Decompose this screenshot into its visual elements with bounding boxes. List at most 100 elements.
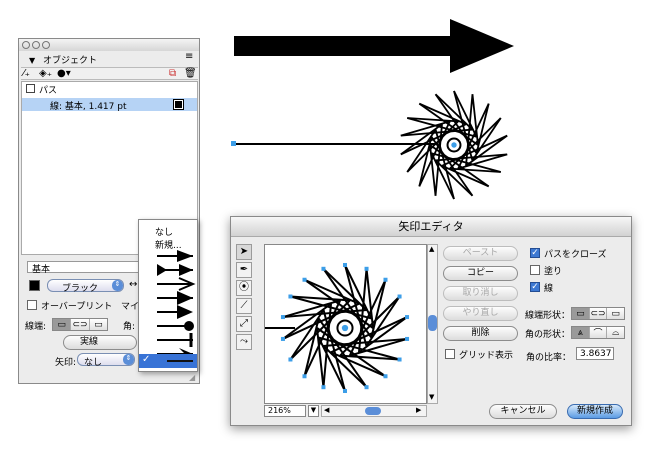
- menu-item-selected-starburst[interactable]: ✓: [139, 354, 197, 368]
- color-swatch[interactable]: [29, 280, 40, 291]
- cancel-button[interactable]: キャンセル: [489, 404, 557, 419]
- style-select[interactable]: 基本: [27, 261, 142, 275]
- anchor-point[interactable]: [302, 374, 307, 379]
- anchor-point[interactable]: [397, 294, 402, 299]
- arrowhead-option[interactable]: [157, 264, 193, 276]
- delete-button[interactable]: 削除: [443, 326, 518, 341]
- zoom-value: 216%: [268, 406, 291, 415]
- anchor-point[interactable]: [364, 385, 369, 390]
- anchor-point[interactable]: [364, 266, 369, 271]
- square-end-icon[interactable]: ▭: [607, 308, 624, 319]
- panel-menu-icon[interactable]: ≡: [185, 51, 193, 62]
- anchor-point[interactable]: [321, 266, 326, 271]
- ratio-value: 3.8637: [580, 349, 612, 359]
- arrow-select[interactable]: なし ⇕: [77, 353, 135, 368]
- stroke-checkbox[interactable]: ✓: [530, 282, 540, 292]
- round-join-icon[interactable]: ⌒: [590, 327, 608, 339]
- end-shape-segmented-control[interactable]: ▭ ⊂⊃ ▭: [571, 307, 625, 320]
- stroke-color-swatch[interactable]: [173, 99, 184, 110]
- add-stroke-icon[interactable]: ⁄₊: [23, 68, 30, 79]
- miter-join-icon[interactable]: ⩓: [572, 327, 590, 338]
- cap-segmented-control[interactable]: ▭ ⊂⊃ ▭: [52, 318, 108, 331]
- scroll-down-icon[interactable]: ▼: [429, 393, 434, 401]
- arrowhead-option[interactable]: [157, 250, 193, 262]
- join-tool-icon[interactable]: ⤳: [236, 334, 252, 350]
- anchor-point[interactable]: [405, 336, 410, 341]
- square-cap-icon[interactable]: ▭: [90, 319, 107, 330]
- paste-button[interactable]: ペースト: [443, 246, 518, 261]
- redo-button[interactable]: やり直し: [443, 306, 518, 321]
- scroll-right-icon[interactable]: ▶: [416, 406, 421, 414]
- zoom-icon[interactable]: [42, 41, 50, 49]
- anchor-point[interactable]: [302, 277, 307, 282]
- mirror-tool-icon[interactable]: ⟋: [236, 298, 252, 314]
- disclosure-triangle-icon: ▼: [29, 56, 36, 65]
- grid-checkbox[interactable]: [445, 349, 455, 359]
- bevel-join-icon[interactable]: ⌓: [607, 327, 624, 338]
- copy-button[interactable]: コピー: [443, 266, 518, 281]
- arrowhead-option[interactable]: [157, 277, 196, 291]
- butt-cap-icon[interactable]: ▭: [53, 319, 72, 330]
- color-select[interactable]: ブラック ⇕: [47, 279, 124, 294]
- undo-button[interactable]: 取り消し: [443, 286, 518, 301]
- style-label: 基本: [32, 265, 51, 275]
- path-checkbox[interactable]: [26, 84, 35, 93]
- round-cap-icon[interactable]: ⊂⊃: [71, 319, 90, 330]
- scroll-thumb-h[interactable]: [365, 407, 381, 415]
- path-label: パス: [39, 86, 58, 96]
- butt-end-icon[interactable]: ▭: [572, 308, 590, 319]
- anchor-point[interactable]: [397, 357, 402, 362]
- ratio-input[interactable]: 3.8637: [576, 347, 614, 360]
- duplicate-icon[interactable]: ⧉: [169, 68, 176, 79]
- arrow-canvas[interactable]: [264, 244, 427, 404]
- scroll-up-icon[interactable]: ▲: [429, 245, 434, 253]
- scroll-thumb[interactable]: [428, 315, 437, 331]
- arrow-label: 矢印:: [55, 358, 77, 368]
- anchor-point[interactable]: [405, 315, 410, 320]
- fill-checkbox[interactable]: [530, 265, 540, 275]
- add-fill-icon[interactable]: ◈₊: [39, 68, 52, 79]
- menu-item-none[interactable]: なし: [155, 225, 173, 238]
- color-select-label: ブラック: [62, 284, 99, 294]
- arrowhead-option[interactable]: [157, 291, 193, 305]
- corner-shape-segmented-control[interactable]: ⩓ ⌒ ⌓: [571, 326, 625, 339]
- new-button[interactable]: 新規作成: [567, 404, 623, 419]
- pen-tool-icon[interactable]: ✒: [236, 262, 252, 278]
- line-style-select[interactable]: 実線: [63, 335, 137, 350]
- arrow-select-label: なし: [84, 358, 103, 368]
- arrowhead-option[interactable]: [157, 305, 193, 319]
- anchor-point[interactable]: [280, 315, 285, 320]
- corner-label: 角:: [123, 322, 136, 332]
- zoom-menu-icon[interactable]: ▼: [308, 405, 319, 417]
- anchor-point[interactable]: [383, 374, 388, 379]
- arrowhead-option[interactable]: [157, 333, 193, 347]
- anchor-point[interactable]: [343, 389, 347, 393]
- add-effect-icon[interactable]: ●▾: [57, 68, 71, 79]
- overprint-checkbox[interactable]: [27, 300, 37, 310]
- dialog-title: 矢印エディタ: [398, 220, 464, 233]
- anchor-point[interactable]: [343, 263, 347, 267]
- spiral-tool-icon[interactable]: ⦿: [236, 280, 252, 296]
- select-tool-icon[interactable]: ➤: [236, 244, 252, 260]
- anchor-point[interactable]: [383, 277, 388, 282]
- anchor-point[interactable]: [280, 336, 285, 341]
- horizontal-scrollbar[interactable]: ◀ ▶: [321, 405, 427, 417]
- resize-grip-icon[interactable]: ◢: [189, 373, 195, 382]
- zoom-field[interactable]: 216%: [264, 405, 306, 417]
- close-path-checkbox[interactable]: ✓: [530, 248, 540, 258]
- trash-icon[interactable]: 🗑: [184, 68, 197, 79]
- list-item-path[interactable]: パス: [22, 82, 197, 96]
- panel-tab[interactable]: ▼ オブジェクト: [23, 52, 153, 66]
- close-icon[interactable]: [22, 41, 30, 49]
- scroll-left-icon[interactable]: ◀: [324, 406, 329, 414]
- stepper-icon: ⇕: [112, 280, 123, 291]
- round-end-icon[interactable]: ⊂⊃: [590, 308, 608, 319]
- anchor-point[interactable]: [288, 294, 293, 299]
- arrowhead-option[interactable]: [157, 321, 194, 331]
- anchor-point[interactable]: [321, 385, 326, 390]
- vertical-scrollbar[interactable]: ▲ ▼: [427, 244, 438, 404]
- minimize-icon[interactable]: [32, 41, 40, 49]
- anchor-point[interactable]: [288, 357, 293, 362]
- list-item-stroke[interactable]: 線: 基本, 1.417 pt: [22, 98, 197, 112]
- scale-tool-icon[interactable]: ⤢: [236, 316, 252, 332]
